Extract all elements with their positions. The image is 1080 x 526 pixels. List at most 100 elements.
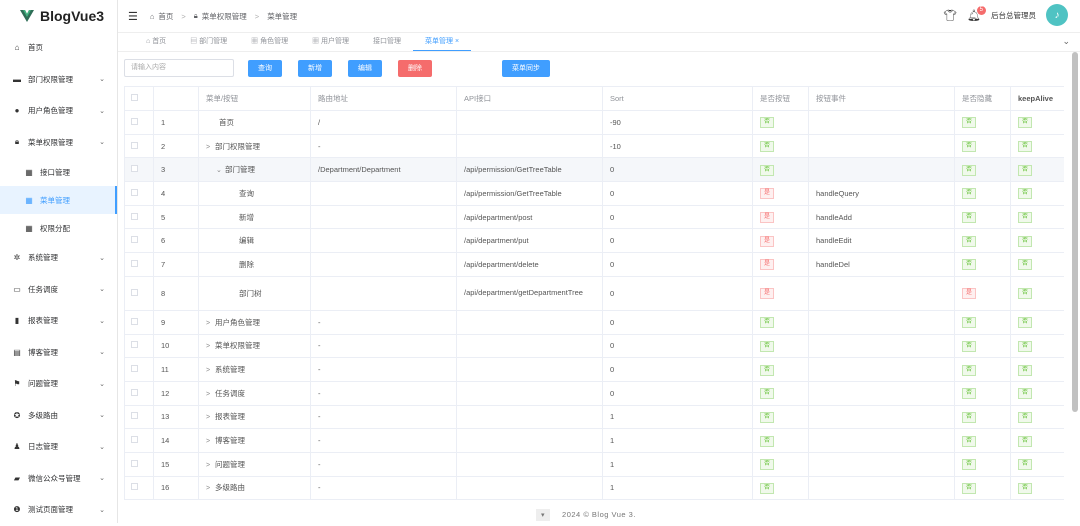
table-row[interactable]: 6编辑/api/department/put0是handleEdit否否 (125, 229, 1065, 253)
row-checkbox-cell[interactable] (125, 182, 154, 206)
query-button[interactable]: 查询 (248, 60, 282, 77)
table-row[interactable]: 8部门树/api/department/getDepartmentTree0是是… (125, 276, 1065, 310)
sidebar-item-8[interactable]: ▭任务调度⌄ (0, 274, 117, 306)
expand-arrow-icon[interactable]: > (206, 485, 215, 492)
sidebar-item-10[interactable]: ▤博客管理⌄ (0, 337, 117, 369)
app-logo[interactable]: BlogVue3 (0, 0, 117, 32)
tab-role[interactable]: ▦ 角色管理 (239, 32, 300, 51)
row-checkbox[interactable] (131, 483, 138, 490)
row-checkbox-cell[interactable] (125, 229, 154, 253)
bell-icon[interactable]: 🔔︎5 (967, 9, 981, 22)
row-checkbox-cell[interactable] (125, 334, 154, 358)
chevron-down-icon[interactable]: ▾ (536, 509, 550, 521)
table-row[interactable]: 15>问题管理-1否否否 (125, 452, 1065, 476)
hamburger-icon[interactable]: ☰ (128, 10, 138, 23)
close-icon[interactable]: × (455, 38, 459, 45)
row-checkbox-cell[interactable] (125, 476, 154, 500)
row-checkbox[interactable] (131, 460, 138, 467)
expand-arrow-icon[interactable]: > (206, 414, 215, 421)
sidebar-item-3[interactable]: 🔒︎菜单权限管理⌄ (0, 127, 117, 159)
row-checkbox-cell[interactable] (125, 205, 154, 229)
row-checkbox-cell[interactable] (125, 253, 154, 277)
table-row[interactable]: 11>系统管理-0否否否 (125, 358, 1065, 382)
row-checkbox-cell[interactable] (125, 111, 154, 135)
table-row[interactable]: 4查询/api/permission/GetTreeTable0是handleQ… (125, 182, 1065, 206)
row-checkbox[interactable] (131, 142, 138, 149)
row-checkbox-cell[interactable] (125, 310, 154, 334)
row-checkbox[interactable] (131, 318, 138, 325)
table-row[interactable]: 13>报表管理-1否否否 (125, 405, 1065, 429)
username[interactable]: 后台总管理员 (991, 10, 1036, 21)
table-row[interactable]: 9>用户角色管理-0否否否 (125, 310, 1065, 334)
add-button[interactable]: 新增 (298, 60, 332, 77)
sidebar-item-5[interactable]: ▦菜单管理 (0, 186, 117, 214)
sidebar-item-0[interactable]: ⌂首页 (0, 32, 117, 64)
row-checkbox-cell[interactable] (125, 452, 154, 476)
sidebar-item-9[interactable]: ▮报表管理⌄ (0, 305, 117, 337)
table-row[interactable]: 2>部门权限管理--10否否否 (125, 134, 1065, 158)
sidebar-item-14[interactable]: ▰微信公众号管理⌄ (0, 463, 117, 495)
row-checkbox[interactable] (131, 213, 138, 220)
sidebar-item-6[interactable]: ▦权限分配 (0, 214, 117, 242)
row-checkbox-cell[interactable] (125, 381, 154, 405)
row-checkbox-cell[interactable] (125, 429, 154, 453)
row-checkbox[interactable] (131, 436, 138, 443)
tab-api[interactable]: 接口管理 (361, 32, 413, 51)
sidebar-item-11[interactable]: ⚑问题管理⌄ (0, 368, 117, 400)
expand-arrow-icon[interactable]: > (206, 144, 215, 151)
row-checkbox-cell[interactable] (125, 134, 154, 158)
row-checkbox[interactable] (131, 289, 138, 296)
tab-home[interactable]: ⌂ 首页 (134, 32, 178, 51)
select-all-checkbox[interactable] (131, 94, 138, 101)
sidebar-item-13[interactable]: ♟日志管理⌄ (0, 431, 117, 463)
expand-arrow-icon[interactable]: > (206, 343, 215, 350)
table-row[interactable]: 12>任务调度-0否否否 (125, 381, 1065, 405)
expand-arrow-icon[interactable]: > (206, 367, 215, 374)
sidebar-item-1[interactable]: ▬部门权限管理⌄ (0, 64, 117, 96)
row-checkbox[interactable] (131, 260, 138, 267)
row-checkbox[interactable] (131, 165, 138, 172)
row-checkbox[interactable] (131, 341, 138, 348)
sidebar-item-4[interactable]: ▦接口管理 (0, 158, 117, 186)
row-checkbox-cell[interactable] (125, 405, 154, 429)
table-row[interactable]: 3⌄部门管理/Department/Department/api/permiss… (125, 158, 1065, 182)
scrollbar[interactable] (1072, 52, 1078, 412)
delete-button[interactable]: 删除 (398, 60, 432, 77)
breadcrumb-home[interactable]: 首页 (158, 11, 173, 22)
row-checkbox[interactable] (131, 236, 138, 243)
tab-user[interactable]: ▦ 用户管理 (300, 32, 361, 51)
table-row[interactable]: 1首页/-90否否否 (125, 111, 1065, 135)
expand-arrow-icon[interactable]: > (206, 320, 215, 327)
expand-arrow-icon[interactable]: > (206, 462, 215, 469)
table-row[interactable]: 16>多级路由-1否否否 (125, 476, 1065, 500)
row-checkbox[interactable] (131, 389, 138, 396)
sidebar-item-12[interactable]: ✪多级路由⌄ (0, 400, 117, 432)
expand-arrow-icon[interactable]: > (206, 391, 215, 398)
chevron-down-icon[interactable]: ⌄ (1062, 36, 1070, 47)
row-checkbox[interactable] (131, 412, 138, 419)
table-row[interactable]: 5新增/api/department/post0是handleAdd否否 (125, 205, 1065, 229)
menu-sync-button[interactable]: 菜单同步 (502, 60, 550, 77)
sidebar-item-2[interactable]: ●用户角色管理⌄ (0, 95, 117, 127)
table-header-row: 菜单/按钮 路由地址 API接口 Sort 是否按钮 按钮事件 是否隐藏 kee… (125, 87, 1065, 111)
breadcrumb-menu-permission[interactable]: 菜单权限管理 (202, 11, 247, 22)
row-checkbox[interactable] (131, 118, 138, 125)
expand-arrow-icon[interactable]: > (206, 438, 215, 445)
tab-department[interactable]: ▤ 部门管理 (178, 32, 239, 51)
expand-arrow-icon[interactable]: ⌄ (216, 166, 225, 174)
row-checkbox[interactable] (131, 365, 138, 372)
shirt-icon[interactable]: 👕︎ (943, 9, 957, 22)
table-row[interactable]: 10>菜单权限管理-0否否否 (125, 334, 1065, 358)
row-checkbox-cell[interactable] (125, 358, 154, 382)
edit-button[interactable]: 编辑 (348, 60, 382, 77)
row-checkbox-cell[interactable] (125, 158, 154, 182)
search-input[interactable]: 请输入内容 (124, 59, 234, 77)
table-row[interactable]: 7删除/api/department/delete0是handleDel否否 (125, 253, 1065, 277)
row-checkbox[interactable] (131, 189, 138, 196)
avatar[interactable]: ♪ (1046, 4, 1068, 26)
sidebar-item-15[interactable]: ❶测试页面管理⌄ (0, 494, 117, 526)
tab-menu[interactable]: 菜单管理 × (413, 32, 471, 51)
table-row[interactable]: 14>博客管理-1否否否 (125, 429, 1065, 453)
sidebar-item-7[interactable]: ✲系统管理⌄ (0, 242, 117, 274)
row-checkbox-cell[interactable] (125, 276, 154, 310)
